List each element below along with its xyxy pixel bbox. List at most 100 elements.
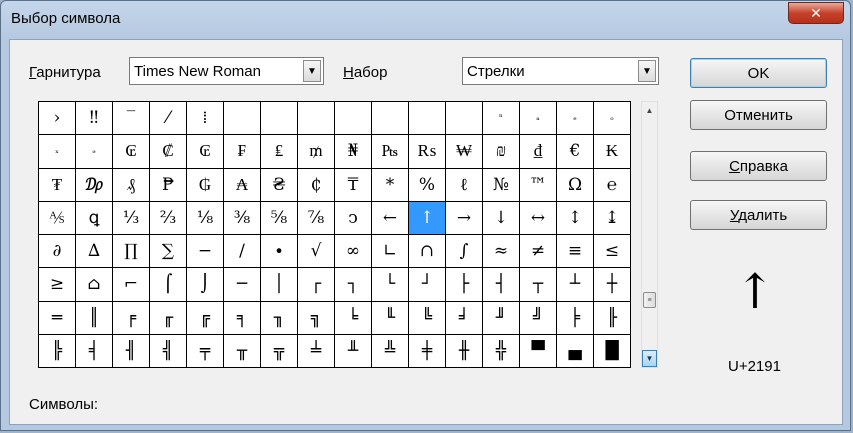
symbol-cell[interactable]: ⁿ [483,102,520,136]
symbol-cell[interactable]: ⅞ [298,201,335,235]
symbol-cell[interactable]: ⁄ [150,102,187,136]
symbol-cell[interactable]: ₓ [39,135,76,169]
symbol-cell[interactable]: ₣ [224,135,261,169]
symbol-cell[interactable]: ⅍ [39,201,76,235]
symbol-cell[interactable]: ┌ [298,268,335,302]
symbol-cell[interactable]: ₯ [76,168,113,202]
symbol-cell[interactable]: ꝗ [76,201,113,235]
symbol-cell[interactable]: ╩ [372,334,409,368]
symbol-cell[interactable]: ╪ [409,334,446,368]
scroll-thumb[interactable]: ≡ [643,292,656,308]
symbol-cell[interactable]: ∞ [335,235,372,269]
symbol-grid[interactable]: › ‼ ‾ ⁄ ⁞ ⁿ ₐ ₑ ₒ ₓ ₔ ₢ ₡ ₢ ₣ ₤ ₥ ₦ ₧ ₨ ₩ ₪ ₫ € ₭ ₮ ₯ ₰ ₱ ₲ ₳ ₴ ₵ ₸ *% ℓ № ™ Ω… [38,101,631,368]
symbol-cell[interactable]: ₔ [76,135,113,169]
symbol-cell[interactable]: ₥ [298,135,335,169]
symbol-cell[interactable]: ═ [39,301,76,335]
symbol-cell[interactable]: ╓ [150,301,187,335]
font-combobox[interactable]: Times New Roman ▼ [129,57,324,85]
symbol-cell[interactable]: ┐ [335,268,372,302]
symbol-cell[interactable]: ╖ [261,301,298,335]
ok-button[interactable]: OK [690,58,827,88]
symbol-cell[interactable]: ▀ [520,334,557,368]
symbol-cell[interactable]: ↨ [594,201,631,235]
help-button[interactable]: Справка [690,151,827,181]
symbol-cell[interactable]: ┼ [594,268,631,302]
symbol-cell[interactable]: ₱ [150,168,187,202]
symbol-cell[interactable]: ₮ [39,168,76,202]
symbol-cell[interactable]: ╠ [39,334,76,368]
symbol-cell[interactable]: ₧ [372,135,409,169]
symbol-cell[interactable]: ╣ [150,334,187,368]
symbol-cell[interactable]: ⁞ [187,102,224,136]
symbol-cell[interactable]: ╚ [409,301,446,335]
symbol-cell[interactable]: ▄ [557,334,594,368]
symbol-cell[interactable]: ₰ [113,168,150,202]
symbol-cell[interactable]: ₸ [335,168,372,202]
symbol-cell[interactable]: █ [594,334,631,368]
symbol-cell[interactable]: ₑ [557,102,594,136]
symbol-cell[interactable]: ⌐ [113,268,150,302]
symbol-cell[interactable]: ╘ [335,301,372,335]
symbol-cell[interactable]: № [483,168,520,202]
subset-combobox[interactable]: Стрелки ▼ [462,57,659,85]
symbol-cell[interactable]: ₨ [409,135,446,169]
symbol-cell[interactable]: ╝ [520,301,557,335]
symbol-cell[interactable]: ₦ [335,135,372,169]
symbol-cell[interactable]: ┤ [483,268,520,302]
symbol-cell[interactable]: ─ [224,268,261,302]
symbol-cell[interactable]: ┬ [520,268,557,302]
symbol-cell[interactable]: ╛ [446,301,483,335]
grid-scrollbar[interactable]: ▲ ≡ ▼ [641,101,658,368]
symbol-cell[interactable]: ├ [446,268,483,302]
symbol-cell[interactable]: ≈ [483,235,520,269]
cancel-button[interactable]: Отменить [690,100,827,130]
symbol-cell[interactable]: ⌂ [76,268,113,302]
symbol-cell[interactable]: ⅓ [113,201,150,235]
symbol-cell[interactable]: ∫ [446,235,483,269]
symbol-cell[interactable]: € [557,135,594,169]
title-bar[interactable]: Выбор символа ✕ [1,1,850,39]
symbol-cell[interactable]: ₤ [261,135,298,169]
symbol-cell[interactable]: ₪ [483,135,520,169]
symbol-cell[interactable]: ‼ [76,102,113,136]
symbol-cell[interactable]: √ [298,235,335,269]
symbol-cell[interactable]: ℮ [594,168,631,202]
symbol-cell[interactable] [335,102,372,136]
symbol-cell[interactable]: ₩ [446,135,483,169]
symbol-cell[interactable] [372,102,409,136]
symbol-cell[interactable]: ╗ [298,301,335,335]
symbol-cell[interactable]: ≠ [520,235,557,269]
symbol-cell[interactable]: ™ [520,168,557,202]
symbol-cell[interactable]: ← [372,201,409,235]
symbol-cell[interactable]: % [409,168,446,202]
symbol-cell[interactable]: ╦ [261,334,298,368]
symbol-cell[interactable]: ₐ [520,102,557,136]
symbol-cell[interactable] [446,102,483,136]
symbol-cell[interactable]: ╕ [224,301,261,335]
symbol-cell[interactable]: ╙ [372,301,409,335]
symbol-cell[interactable]: ╞ [557,301,594,335]
symbol-cell[interactable]: ╔ [187,301,224,335]
chevron-down-icon[interactable]: ▼ [638,60,656,82]
symbol-cell[interactable]: ⌡ [187,268,224,302]
symbol-cell[interactable]: ⅔ [150,201,187,235]
symbol-cell[interactable]: ∏ [113,235,150,269]
symbol-cell[interactable] [224,102,261,136]
symbol-cell[interactable]: │ [261,268,298,302]
chevron-down-icon[interactable]: ▼ [303,60,321,82]
symbol-cell[interactable]: ₒ [594,102,631,136]
symbol-cell[interactable]: ≤ [594,235,631,269]
symbol-cell[interactable]: ₵ [298,168,335,202]
symbol-cell[interactable]: ₢ [113,135,150,169]
symbol-cell[interactable]: ₳ [224,168,261,202]
symbol-cell[interactable]: ‾ [113,102,150,136]
symbol-cell[interactable]: ∟ [372,235,409,269]
symbol-cell[interactable]: › [39,102,76,136]
symbol-cell[interactable]: ⌠ [150,268,187,302]
symbol-cell[interactable]: ┘ [409,268,446,302]
symbol-cell[interactable]: → [446,201,483,235]
symbol-cell[interactable]: ╟ [594,301,631,335]
symbol-cell[interactable]: ≥ [39,268,76,302]
symbol-cell[interactable]: ↑ [409,201,446,235]
symbol-cell[interactable]: ╜ [483,301,520,335]
